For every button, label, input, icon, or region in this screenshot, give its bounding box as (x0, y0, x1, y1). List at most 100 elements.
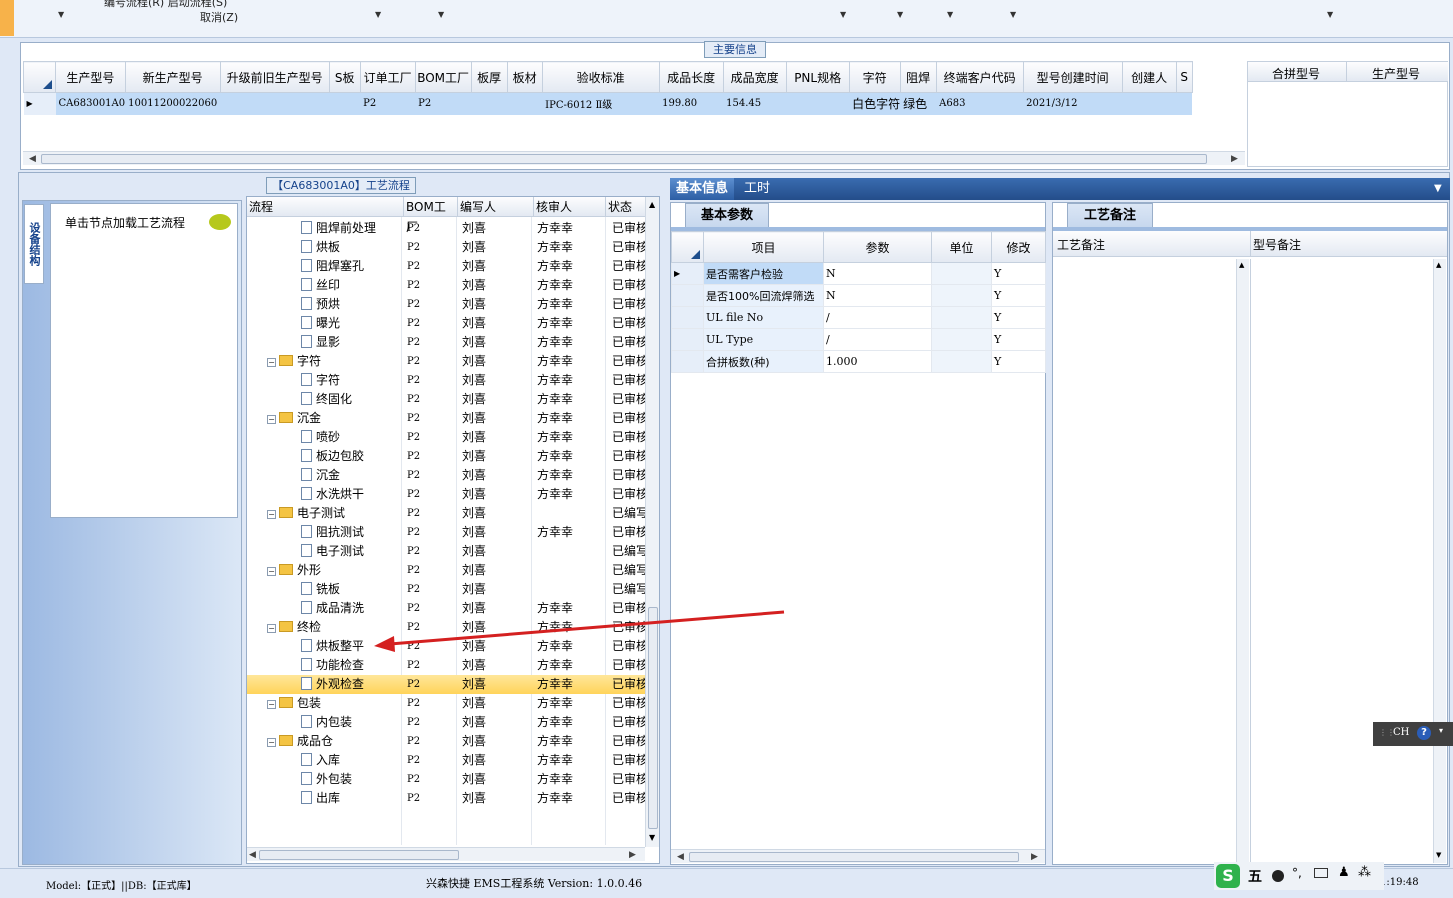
bom-cell[interactable]: P2 (407, 371, 453, 390)
checker-cell[interactable]: 方幸幸 (537, 409, 603, 428)
writer-cell[interactable]: 刘喜 (462, 485, 528, 504)
checker-cell[interactable]: 方幸幸 (537, 485, 603, 504)
status-cell[interactable]: 已审核 (612, 219, 645, 238)
status-cell[interactable]: 已审核 (612, 257, 645, 276)
ime-toolbar[interactable]: ⋮⋮ CH ? ▾ (1373, 722, 1453, 746)
scroll-thumb[interactable] (689, 852, 1019, 862)
param-unit[interactable] (931, 306, 992, 329)
tab-process-notes[interactable]: 工艺备注 (1067, 203, 1153, 227)
tree-row[interactable]: − 字符 P2 刘喜 方幸幸 已审核 (247, 352, 645, 371)
vertical-scrollbar[interactable]: ▲ (1236, 259, 1249, 863)
table-cell[interactable]: 2021/3/12 (1023, 92, 1123, 115)
chevron-down-icon[interactable]: ▼ (375, 10, 381, 19)
checker-cell[interactable]: 方幸幸 (537, 523, 603, 542)
bom-cell[interactable]: P2 (407, 523, 453, 542)
column-header[interactable]: 项目 (703, 231, 824, 263)
chevron-down-icon[interactable]: ▼ (947, 10, 953, 19)
table-cell[interactable]: P2 (360, 92, 416, 115)
vertical-scrollbar[interactable]: ▲ ▼ (645, 197, 659, 847)
chevron-down-icon[interactable]: ▼ (58, 10, 64, 19)
param-item[interactable]: UL Type (703, 328, 824, 351)
status-cell[interactable]: 已审核 (612, 333, 645, 352)
checker-cell[interactable]: 方幸幸 (537, 238, 603, 257)
checker-cell[interactable]: 方幸幸 (537, 352, 603, 371)
table-cell[interactable] (786, 92, 850, 115)
bom-cell[interactable]: P2 (407, 675, 453, 694)
param-unit[interactable] (931, 262, 992, 285)
column-header[interactable]: 成品长度 (658, 61, 724, 93)
process-note-textarea[interactable] (1055, 259, 1249, 863)
table-row[interactable]: ▶ 是否需客户检验 N Y (671, 262, 1046, 285)
writer-cell[interactable]: 刘喜 (462, 770, 528, 789)
tree-node[interactable]: 入库 (301, 751, 401, 770)
column-header[interactable]: 合拼型号 (1272, 65, 1320, 82)
column-header[interactable]: 字符 (848, 61, 901, 93)
speech-bubble-icon[interactable] (209, 214, 231, 230)
ime-language[interactable]: CH (1393, 727, 1409, 738)
checker-cell[interactable]: 方幸幸 (537, 789, 603, 808)
scroll-right-icon[interactable]: ▶ (1231, 152, 1238, 166)
bom-cell[interactable]: P2 (407, 314, 453, 333)
tree-node[interactable]: 阻抗测试 (301, 523, 401, 542)
tree-row[interactable]: 水洗烘干 P2 刘喜 方幸幸 已审核 (247, 485, 645, 504)
checker-cell[interactable]: 方幸幸 (537, 333, 603, 352)
status-cell[interactable]: 已审核 (612, 789, 645, 808)
status-cell[interactable]: 已审核 (612, 295, 645, 314)
tree-row[interactable]: 阻焊前处理 P2 刘喜 方幸幸 已审核 (247, 219, 645, 238)
scroll-down-icon[interactable]: ▼ (649, 833, 655, 842)
collapse-icon[interactable]: − (267, 738, 276, 747)
writer-cell[interactable]: 刘喜 (462, 238, 528, 257)
chevron-down-icon[interactable]: ▾ (1439, 726, 1443, 735)
writer-cell[interactable]: 刘喜 (462, 409, 528, 428)
column-header[interactable]: 参数 (823, 231, 932, 263)
status-cell[interactable]: 已审核 (612, 428, 645, 447)
checker-cell[interactable]: 方幸幸 (537, 295, 603, 314)
column-header[interactable]: 终端客户代码 (935, 61, 1024, 93)
table-cell[interactable] (329, 92, 361, 115)
writer-cell[interactable]: 刘喜 (462, 276, 528, 295)
checker-cell[interactable]: 方幸幸 (537, 675, 603, 694)
table-cell[interactable]: 白色字符 (849, 92, 901, 115)
scroll-up-icon[interactable]: ▲ (1239, 261, 1244, 269)
chevron-down-icon[interactable]: ▼ (1434, 183, 1442, 194)
column-header[interactable]: 生产型号 (55, 61, 126, 93)
status-cell[interactable]: 已审核 (612, 675, 645, 694)
bom-cell[interactable]: P2 (407, 276, 453, 295)
bom-cell[interactable]: P2 (407, 257, 453, 276)
collapse-icon[interactable]: − (267, 510, 276, 519)
tree-node[interactable]: − 字符 (267, 352, 401, 371)
tree-row[interactable]: 显影 P2 刘喜 方幸幸 已审核 (247, 333, 645, 352)
writer-cell[interactable]: 刘喜 (462, 428, 528, 447)
toolbar-cancel-menu[interactable]: 取消(Z) (200, 9, 238, 25)
scroll-thumb[interactable] (41, 154, 1207, 164)
param-value[interactable]: 1.000 (823, 350, 932, 373)
tree-node[interactable]: − 外形 (267, 561, 401, 580)
tree-row[interactable]: 出库 P2 刘喜 方幸幸 已审核 (247, 789, 645, 808)
status-cell[interactable]: 已审核 (612, 276, 645, 295)
tree-node[interactable]: 终固化 (301, 390, 401, 409)
tree-row[interactable]: 丝印 P2 刘喜 方幸幸 已审核 (247, 276, 645, 295)
bom-cell[interactable]: P2 (407, 504, 453, 523)
writer-cell[interactable]: 刘喜 (462, 561, 528, 580)
writer-cell[interactable]: 刘喜 (462, 542, 528, 561)
tree-row[interactable]: − 成品仓 P2 刘喜 方幸幸 已审核 (247, 732, 645, 751)
bom-cell[interactable]: P2 (407, 295, 453, 314)
table-cell[interactable]: 10011200022060 (125, 92, 221, 115)
status-cell[interactable]: 已审核 (612, 314, 645, 333)
status-cell[interactable]: 已审核 (612, 751, 645, 770)
writer-cell[interactable]: 刘喜 (462, 352, 528, 371)
chevron-down-icon[interactable]: ▼ (438, 10, 444, 19)
bom-cell[interactable]: P2 (407, 770, 453, 789)
checker-cell[interactable]: 方幸幸 (537, 276, 603, 295)
status-cell[interactable]: 已编写 (612, 561, 645, 580)
bom-cell[interactable]: P2 (407, 542, 453, 561)
scroll-left-icon[interactable]: ◀ (249, 848, 256, 862)
table-row[interactable]: UL Type / Y (671, 328, 1046, 351)
tab-work-hours[interactable]: 工时 (738, 178, 776, 200)
param-edit[interactable]: Y (991, 262, 1046, 285)
bom-cell[interactable]: P2 (407, 333, 453, 352)
tree-node[interactable]: 曝光 (301, 314, 401, 333)
writer-cell[interactable]: 刘喜 (462, 295, 528, 314)
table-cell[interactable]: P2 (415, 92, 472, 115)
tab-basic-info[interactable]: 基本信息 (670, 178, 735, 200)
